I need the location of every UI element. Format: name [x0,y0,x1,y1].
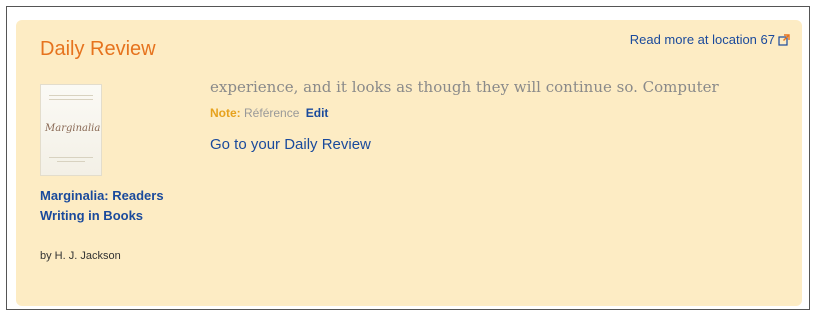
panel-title: Daily Review [40,38,156,60]
note-row: Note: Référence Edit [210,106,328,120]
read-more-link[interactable]: Read more at location 67 [630,32,790,47]
edit-note-link[interactable]: Edit [306,106,329,120]
read-more-label: Read more at location 67 [629,32,775,47]
highlight-quote: experience, and it looks as though they … [210,78,719,96]
cover-script-title: Marginalia [45,123,101,134]
book-author: by H. J. Jackson [40,250,121,262]
book-title-link[interactable]: Marginalia: Readers Writing in Books [40,186,170,226]
note-label: Note: [210,106,241,120]
cover-decoration [49,95,93,96]
book-cover-image[interactable]: Marginalia [40,84,102,176]
cover-decoration [49,157,93,158]
external-link-icon [778,33,790,46]
cover-decoration [57,161,85,162]
cover-decoration [49,99,93,100]
daily-review-panel [16,20,802,306]
go-to-daily-review-link[interactable]: Go to your Daily Review [210,136,371,153]
note-text: Référence [244,106,300,120]
